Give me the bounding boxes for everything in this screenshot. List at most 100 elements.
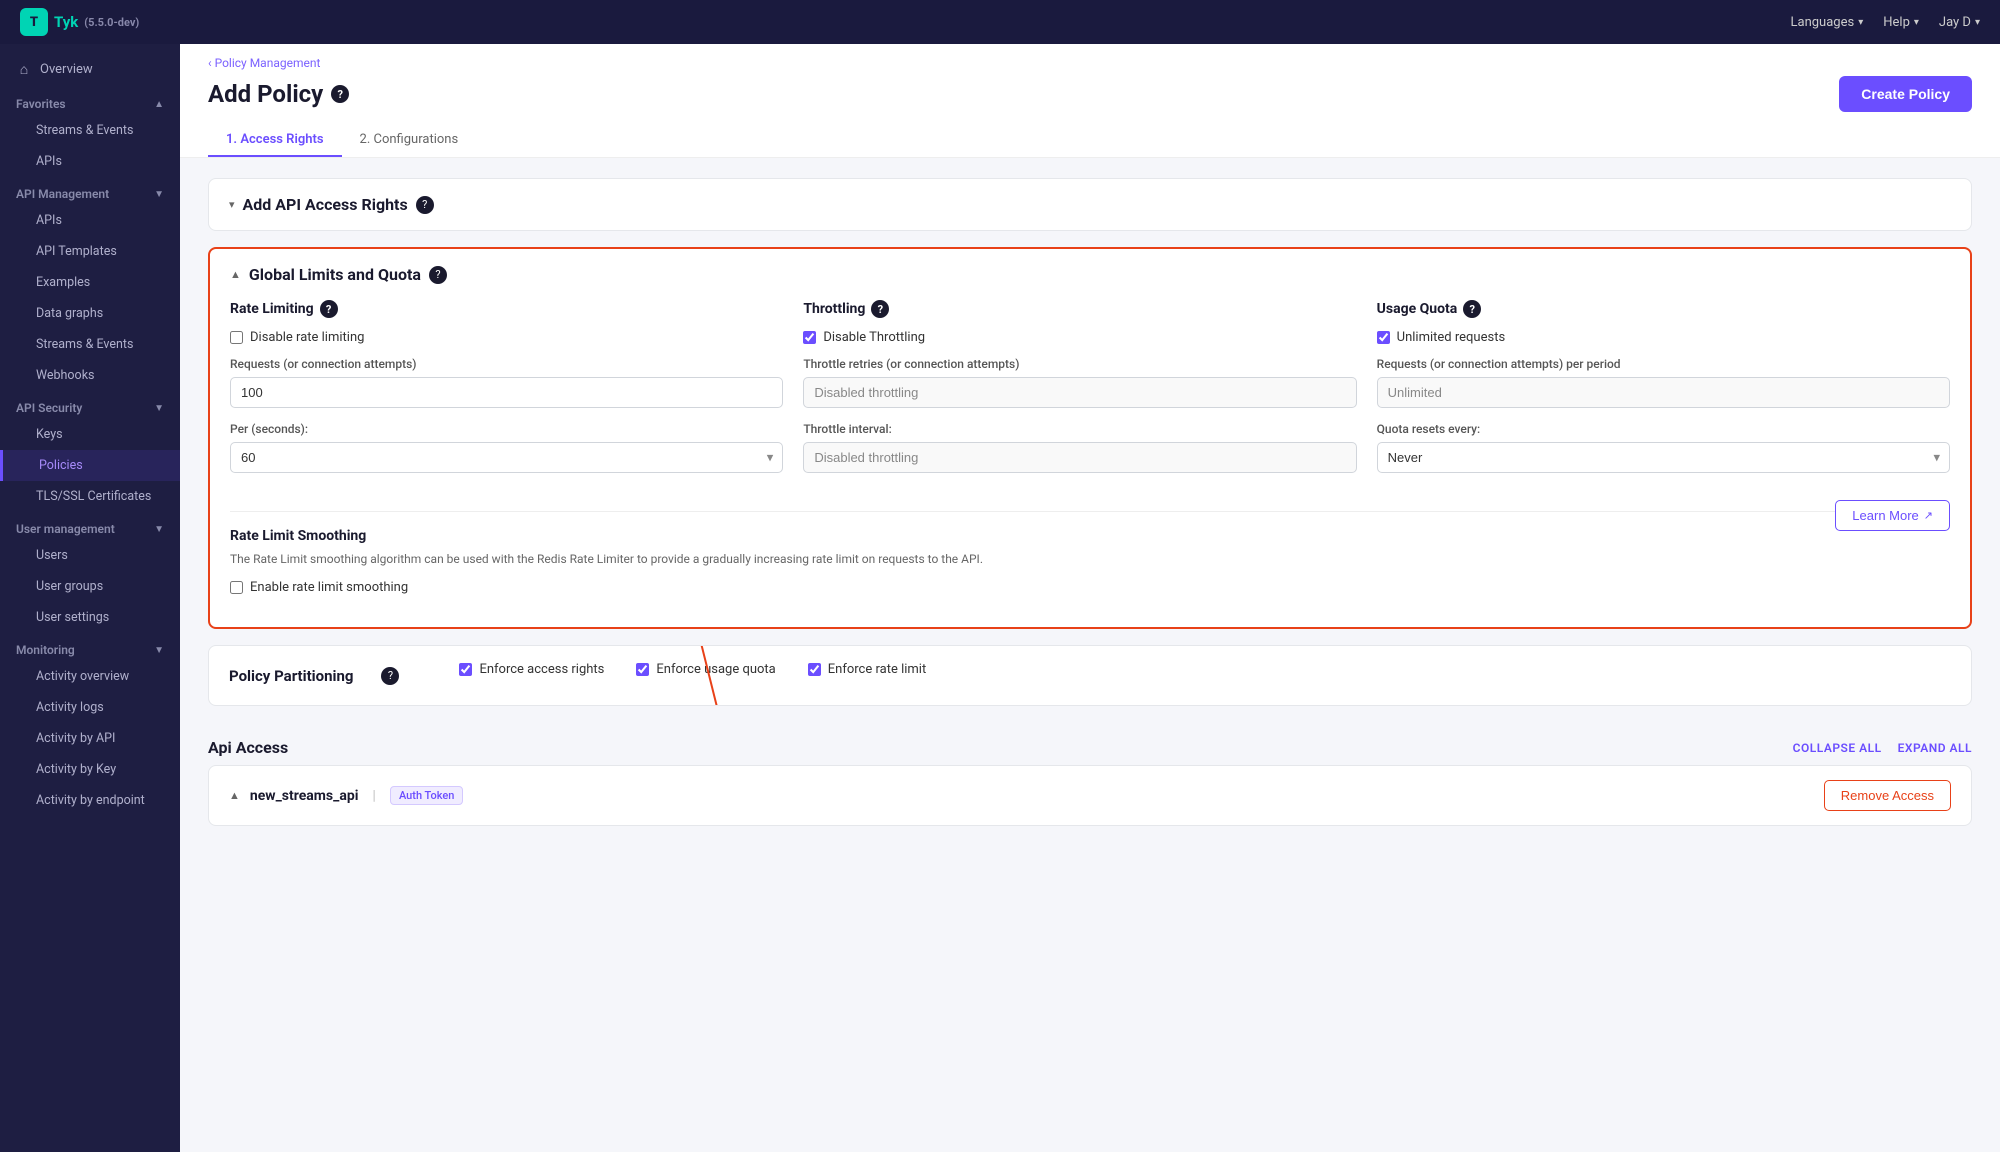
sidebar-item-activity-logs[interactable]: Activity logs: [0, 692, 180, 723]
requests-input[interactable]: [230, 377, 783, 408]
sidebar-section-api-security: API Security ▼: [0, 391, 180, 419]
sidebar-item-streams-events-fav[interactable]: Streams & Events: [0, 115, 180, 146]
sidebar-item-activity-by-api[interactable]: Activity by API: [0, 723, 180, 754]
rate-limiting-help-icon[interactable]: ?: [320, 300, 338, 318]
usage-quota-col: Usage Quota ? Unlimited requests Request…: [1377, 300, 1950, 487]
learn-more-button[interactable]: Learn More ↗: [1835, 500, 1950, 531]
languages-menu[interactable]: Languages ▾: [1791, 15, 1864, 30]
enforce-access-rights-row: Enforce access rights: [459, 662, 604, 677]
tab-configurations[interactable]: 2. Configurations: [342, 124, 477, 157]
breadcrumb[interactable]: ‹ Policy Management: [208, 56, 1972, 70]
sidebar-item-user-groups[interactable]: User groups: [0, 571, 180, 602]
global-limits-body: Rate Limiting ? Disable rate limiting Re…: [210, 300, 1970, 627]
partitioning-help-icon[interactable]: ?: [381, 667, 399, 685]
enforce-usage-quota-checkbox[interactable]: [636, 663, 649, 676]
page-title: Add Policy ?: [208, 80, 349, 108]
rate-limiting-col: Rate Limiting ? Disable rate limiting Re…: [230, 300, 803, 487]
sidebar-item-keys[interactable]: Keys: [0, 419, 180, 450]
throttle-interval-input[interactable]: [803, 442, 1356, 473]
expand-all-button[interactable]: EXPAND ALL: [1898, 741, 1972, 755]
sidebar-section-favorites: Favorites ▲: [0, 87, 180, 115]
add-api-help-icon[interactable]: ?: [416, 196, 434, 214]
usage-quota-header: Usage Quota ?: [1377, 300, 1950, 318]
per-seconds-label: Per (seconds):: [230, 422, 783, 436]
content-body: ▾ Add API Access Rights ? ▲ Global Limit…: [180, 158, 2000, 878]
enable-smoothing-label[interactable]: Enable rate limit smoothing: [250, 580, 408, 595]
policy-partitioning-card: Policy Partitioning ? Enforce access rig…: [208, 645, 1972, 706]
tyk-logo-icon: T: [20, 8, 48, 36]
per-seconds-select-wrapper: 60 30 120: [230, 442, 783, 473]
sidebar-item-activity-by-key[interactable]: Activity by Key: [0, 754, 180, 785]
sidebar-item-overview[interactable]: ⌂ Overview: [0, 52, 180, 87]
divider: |: [368, 788, 380, 804]
chevron-down-icon: ▼: [154, 403, 164, 414]
api-access-title: Api Access: [208, 738, 288, 757]
api-access-section: Api Access COLLAPSE ALL EXPAND ALL ▲ new…: [208, 722, 1972, 826]
unlimited-requests-checkbox[interactable]: [1377, 331, 1390, 344]
quota-requests-input[interactable]: [1377, 377, 1950, 408]
enforce-usage-quota-label[interactable]: Enforce usage quota: [656, 662, 775, 677]
api-access-header: Api Access COLLAPSE ALL EXPAND ALL: [208, 722, 1972, 765]
sidebar-item-apis-fav[interactable]: APIs: [0, 146, 180, 177]
quota-requests-group: Requests (or connection attempts) per pe…: [1377, 357, 1950, 408]
create-policy-button[interactable]: Create Policy: [1839, 76, 1972, 112]
throttling-col: Throttling ? Disable Throttling Throttle…: [803, 300, 1376, 487]
page-title-row: Add Policy ? Create Policy: [208, 76, 1972, 124]
help-menu[interactable]: Help ▾: [1883, 15, 1919, 30]
disable-throttling-label[interactable]: Disable Throttling: [823, 330, 925, 345]
enforce-access-rights-checkbox[interactable]: [459, 663, 472, 676]
disable-throttling-checkbox[interactable]: [803, 331, 816, 344]
topnav-right: Languages ▾ Help ▾ Jay D ▾: [1791, 15, 1981, 30]
sidebar-item-user-settings[interactable]: User settings: [0, 602, 180, 633]
sidebar-item-apis[interactable]: APIs: [0, 205, 180, 236]
quota-requests-label: Requests (or connection attempts) per pe…: [1377, 357, 1950, 371]
global-limits-header[interactable]: ▲ Global Limits and Quota ?: [210, 249, 1970, 300]
unlimited-requests-label[interactable]: Unlimited requests: [1397, 330, 1506, 345]
sidebar-item-examples[interactable]: Examples: [0, 267, 180, 298]
collapse-all-button[interactable]: COLLAPSE ALL: [1793, 741, 1882, 755]
enable-smoothing-checkbox[interactable]: [230, 581, 243, 594]
remove-access-button[interactable]: Remove Access: [1824, 780, 1951, 811]
user-menu[interactable]: Jay D ▾: [1939, 15, 1980, 30]
tyk-logo[interactable]: T Tyk (5.5.0-dev): [20, 8, 139, 36]
sidebar-item-tls-certificates[interactable]: TLS/SSL Certificates: [0, 481, 180, 512]
enforce-rate-limit-label[interactable]: Enforce rate limit: [828, 662, 926, 677]
throttle-retries-input[interactable]: [803, 377, 1356, 408]
sidebar-item-streams-events[interactable]: Streams & Events: [0, 329, 180, 360]
sidebar-section-user-management: User management ▼: [0, 512, 180, 540]
smoothing-content: Rate Limit Smoothing The Rate Limit smoo…: [230, 528, 1835, 607]
enforce-rate-limit-checkbox[interactable]: [808, 663, 821, 676]
app-layout: ⌂ Overview Favorites ▲ Streams & Events …: [0, 44, 2000, 1152]
api-auth-type-badge: Auth Token: [390, 786, 463, 805]
chevron-down-icon: ▼: [154, 189, 164, 200]
per-seconds-select[interactable]: 60 30 120: [230, 442, 783, 473]
smoothing-section: Rate Limit Smoothing The Rate Limit smoo…: [230, 511, 1950, 607]
sidebar-item-data-graphs[interactable]: Data graphs: [0, 298, 180, 329]
global-limits-help-icon[interactable]: ?: [429, 266, 447, 284]
throttling-help-icon[interactable]: ?: [871, 300, 889, 318]
sidebar-item-users[interactable]: Users: [0, 540, 180, 571]
usage-quota-help-icon[interactable]: ?: [1463, 300, 1481, 318]
disable-rate-limiting-label[interactable]: Disable rate limiting: [250, 330, 364, 345]
app-version: (5.5.0-dev): [84, 16, 139, 29]
top-navigation: T Tyk (5.5.0-dev) Languages ▾ Help ▾ Jay…: [0, 0, 2000, 44]
content-topbar: ‹ Policy Management Add Policy ? Create …: [180, 44, 2000, 158]
tab-access-rights[interactable]: 1. Access Rights: [208, 124, 342, 157]
page-title-help-icon[interactable]: ?: [331, 85, 349, 103]
sidebar-item-activity-overview[interactable]: Activity overview: [0, 661, 180, 692]
requests-form-group: Requests (or connection attempts): [230, 357, 783, 408]
partitioning-title: Policy Partitioning: [229, 667, 353, 685]
sidebar-item-webhooks[interactable]: Webhooks: [0, 360, 180, 391]
sidebar-item-api-templates[interactable]: API Templates: [0, 236, 180, 267]
disable-rate-limiting-checkbox[interactable]: [230, 331, 243, 344]
throttle-retries-group: Throttle retries (or connection attempts…: [803, 357, 1356, 408]
enforce-access-rights-label[interactable]: Enforce access rights: [479, 662, 604, 677]
sidebar-item-activity-by-endpoint[interactable]: Activity by endpoint: [0, 785, 180, 816]
throttle-interval-group: Throttle interval:: [803, 422, 1356, 473]
per-seconds-form-group: Per (seconds): 60 30 120: [230, 422, 783, 473]
sidebar-item-policies[interactable]: Policies: [0, 450, 180, 481]
quota-resets-select[interactable]: Never Hourly Daily Weekly Monthly: [1377, 442, 1950, 473]
sidebar-section-monitoring: Monitoring ▼: [0, 633, 180, 661]
smoothing-desc: The Rate Limit smoothing algorithm can b…: [230, 550, 1835, 568]
topnav-left: T Tyk (5.5.0-dev): [20, 8, 139, 36]
